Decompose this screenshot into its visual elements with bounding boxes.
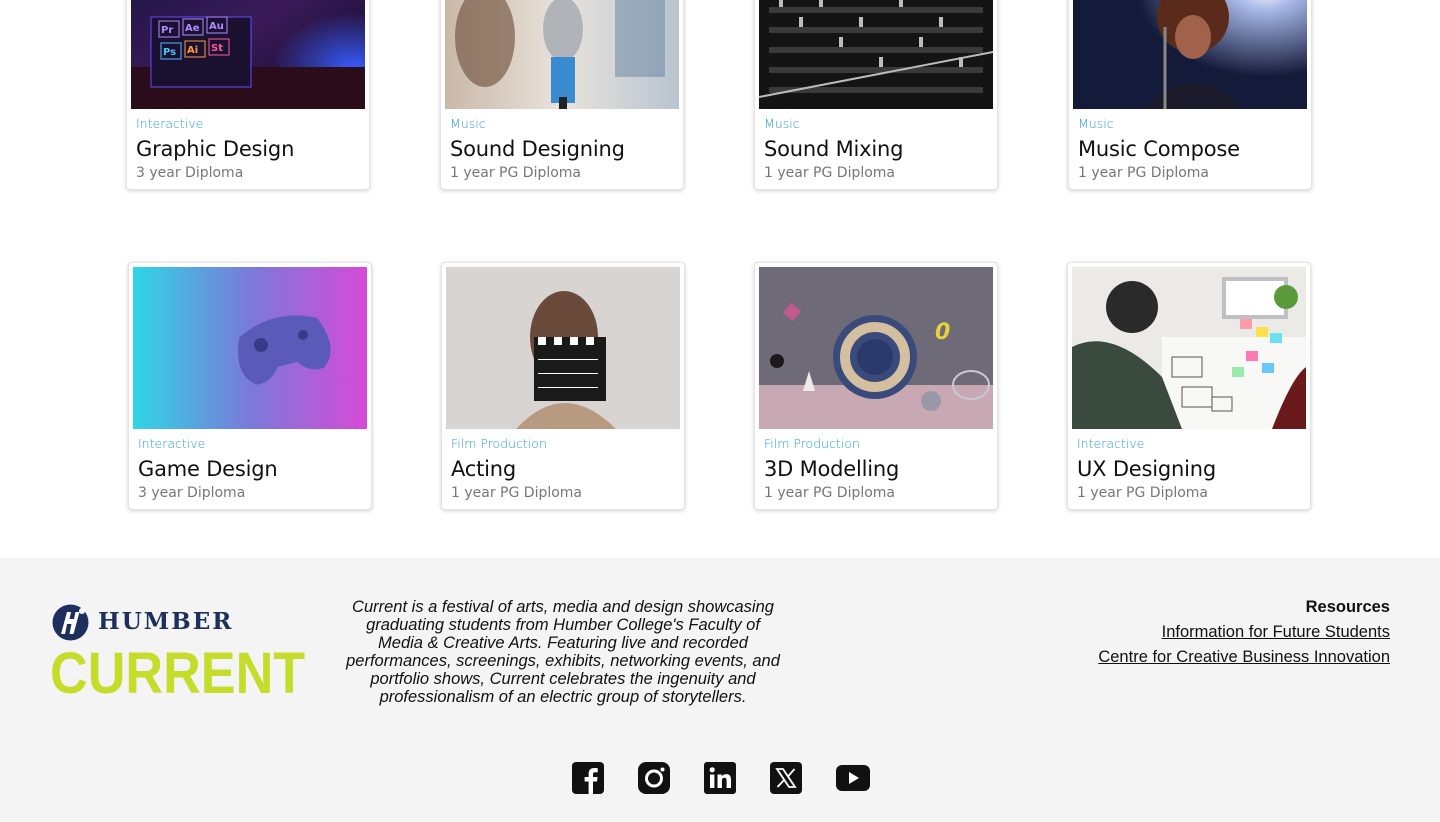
instagram-link[interactable] bbox=[638, 761, 704, 795]
svg-text:Ai: Ai bbox=[187, 45, 198, 56]
logo-current-text: CURRENT bbox=[50, 641, 306, 706]
social-links bbox=[572, 761, 902, 795]
course-title: UX Designing bbox=[1077, 457, 1217, 481]
mixing-console-photo bbox=[759, 0, 993, 109]
course-category: Film Production bbox=[764, 436, 860, 451]
course-duration: 1 year PG Diploma bbox=[764, 485, 896, 501]
course-category: Music bbox=[450, 116, 486, 131]
course-card-game-design[interactable]: Interactive Game Design 3 year Diploma bbox=[128, 262, 372, 510]
course-title: Sound Designing bbox=[450, 137, 625, 161]
course-category: Music bbox=[764, 116, 800, 131]
humber-current-logo[interactable]: HUMBER CURRENT bbox=[50, 604, 305, 706]
svg-text:Au: Au bbox=[209, 21, 224, 32]
instagram-icon bbox=[638, 762, 670, 794]
facebook-icon bbox=[572, 762, 604, 794]
x-link[interactable] bbox=[770, 761, 836, 795]
singer-photo bbox=[1073, 0, 1307, 109]
course-card-sound-designing[interactable]: Music Sound Designing 1 year PG Diploma bbox=[440, 0, 684, 190]
facebook-link[interactable] bbox=[572, 761, 638, 795]
course-title: Acting bbox=[451, 457, 517, 481]
course-duration: 1 year PG Diploma bbox=[451, 485, 583, 501]
course-card-acting[interactable]: Film Production Acting 1 year PG Diploma bbox=[441, 262, 685, 510]
course-duration: 1 year PG Diploma bbox=[1077, 485, 1209, 501]
svg-text:0: 0 bbox=[935, 320, 950, 345]
svg-text:Ae: Ae bbox=[185, 23, 200, 34]
ux-sketching-photo bbox=[1072, 267, 1306, 429]
course-duration: 1 year PG Diploma bbox=[764, 165, 896, 181]
course-category: Interactive bbox=[138, 436, 206, 451]
x-icon bbox=[770, 762, 802, 794]
linkedin-link[interactable] bbox=[704, 761, 770, 795]
site-footer: HUMBER CURRENT Current is a festival of … bbox=[0, 558, 1440, 822]
linkedin-icon bbox=[704, 762, 736, 794]
game-controller-photo bbox=[133, 267, 367, 429]
resources-links: Resources Information for Future Student… bbox=[1098, 598, 1390, 673]
course-duration: 3 year Diploma bbox=[136, 165, 244, 181]
logo-humber-text: HUMBER bbox=[98, 608, 234, 635]
youtube-icon bbox=[836, 765, 870, 791]
course-duration: 1 year PG Diploma bbox=[1078, 165, 1210, 181]
course-card-ux-designing[interactable]: Interactive UX Designing 1 year PG Diplo… bbox=[1067, 262, 1311, 510]
humber-logo-mark-icon bbox=[52, 604, 89, 641]
course-card-music-compose[interactable]: Music Music Compose 1 year PG Diploma bbox=[1068, 0, 1312, 190]
resources-heading: Resources bbox=[1305, 598, 1390, 616]
course-duration: 1 year PG Diploma bbox=[450, 165, 582, 181]
course-card-3d-modelling[interactable]: 0 Film Production 3D Modelling 1 year PG… bbox=[754, 262, 998, 510]
clapperboard-photo bbox=[446, 267, 680, 429]
course-title: Sound Mixing bbox=[764, 137, 904, 161]
course-category: Interactive bbox=[136, 116, 204, 131]
svg-text:Pr: Pr bbox=[161, 25, 173, 36]
course-duration: 3 year Diploma bbox=[138, 485, 246, 501]
link-creative-business-innovation[interactable]: Centre for Creative Business Innovation bbox=[1098, 648, 1390, 667]
course-title: 3D Modelling bbox=[764, 457, 900, 481]
course-title: Game Design bbox=[138, 457, 278, 481]
svg-text:Ps: Ps bbox=[163, 47, 176, 58]
link-future-students[interactable]: Information for Future Students bbox=[1098, 623, 1390, 642]
course-title: Music Compose bbox=[1078, 137, 1240, 161]
svg-text:St: St bbox=[211, 43, 223, 54]
3d-shapes-photo: 0 bbox=[759, 267, 993, 429]
course-category: Film Production bbox=[451, 436, 547, 451]
course-card-sound-mixing[interactable]: Music Sound Mixing 1 year PG Diploma bbox=[754, 0, 998, 190]
youtube-link[interactable] bbox=[836, 761, 902, 795]
festival-description: Current is a festival of arts, media and… bbox=[346, 598, 780, 706]
course-card-graphic-design[interactable]: Pr Ae Au Ps Ai St Interactive Graphic De… bbox=[126, 0, 370, 190]
course-category: Interactive bbox=[1077, 436, 1145, 451]
course-category: Music bbox=[1078, 116, 1114, 131]
course-title: Graphic Design bbox=[136, 137, 295, 161]
microphone-photo bbox=[445, 0, 679, 109]
graphic-design-photo: Pr Ae Au Ps Ai St bbox=[131, 0, 365, 109]
